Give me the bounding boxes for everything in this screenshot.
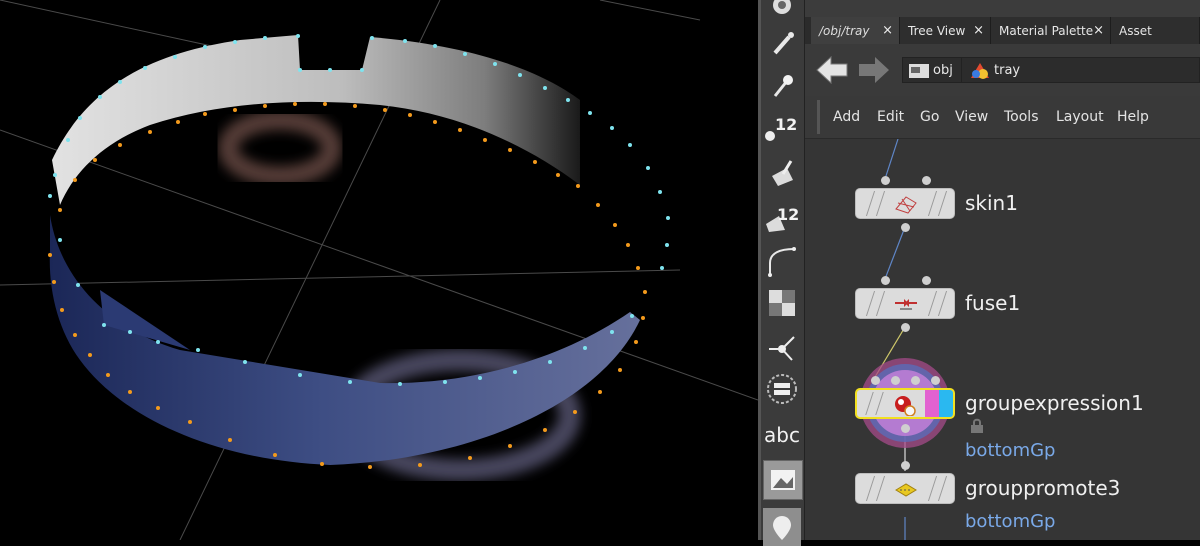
poly-count-tool[interactable]: 12 <box>763 108 801 146</box>
extrude-tool-icon[interactable] <box>763 154 801 192</box>
view-tool[interactable] <box>763 0 801 24</box>
group-tool-icon[interactable] <box>763 370 801 408</box>
breadcrumb-obj[interactable]: obj <box>902 57 962 83</box>
menu-edit[interactable]: Edit <box>877 96 904 138</box>
path-bar: obj tray <box>805 44 1200 96</box>
shelf-number-2: 12 <box>777 205 799 224</box>
node-label-groupexpression1: groupexpression1 <box>965 391 1144 415</box>
geometry-icon <box>971 63 989 79</box>
breadcrumb-obj-label: obj <box>933 63 953 78</box>
back-arrow-icon[interactable] <box>815 54 849 86</box>
network-editor-pane: /obj/tray × Tree View × Material Palette × … <box>805 0 1200 540</box>
close-icon[interactable]: × <box>882 17 893 45</box>
menu-go[interactable]: Go <box>920 96 939 138</box>
tab-material-palette[interactable]: Material Palette × <box>991 17 1111 44</box>
breadcrumb-tray-label: tray <box>994 63 1021 78</box>
transform-tool-icon[interactable] <box>763 328 801 366</box>
menu-add[interactable]: Add <box>833 96 860 138</box>
grouppromote-icon <box>895 483 917 497</box>
menu-help[interactable]: Help <box>1117 96 1149 138</box>
image-tool-icon[interactable] <box>763 460 803 500</box>
menu-bar: Add Edit Go View Tools Layout Help <box>805 96 1200 139</box>
curve-tool-icon[interactable] <box>763 242 801 280</box>
menu-layout[interactable]: Layout <box>1056 96 1104 138</box>
pane-tabs: /obj/tray × Tree View × Material Palette × … <box>805 17 1200 66</box>
pin-tool-icon[interactable] <box>763 67 801 105</box>
breadcrumb-tray[interactable]: tray <box>962 57 1200 83</box>
brush-tool-icon[interactable] <box>763 25 801 63</box>
viewport-scene <box>0 0 758 540</box>
scene-viewport[interactable] <box>0 0 758 540</box>
node-label-grouppromote3: grouppromote3 <box>965 476 1121 500</box>
node-fuse1[interactable] <box>855 288 955 319</box>
checker-tool-icon[interactable] <box>763 284 801 322</box>
fuse-icon <box>895 299 917 310</box>
tab-obj-tray[interactable]: /obj/tray × <box>811 17 900 44</box>
tab-tree-view[interactable]: Tree View × <box>900 17 991 44</box>
shelf-number-1: 12 <box>775 115 797 134</box>
node-label-skin1: skin1 <box>965 191 1018 215</box>
tab-asset-browser[interactable]: Asset Browser <box>1111 17 1200 66</box>
skin-icon <box>895 196 917 214</box>
node-skin1[interactable] <box>855 188 955 219</box>
tool-shelf: 12 12 abc <box>761 0 805 546</box>
node-groupexpression1[interactable] <box>855 388 955 419</box>
face-count-tool[interactable]: 12 <box>763 198 801 236</box>
node-grouppromote3[interactable] <box>855 473 955 504</box>
close-icon[interactable]: × <box>1093 17 1104 45</box>
tab-label: /obj/tray <box>819 24 870 38</box>
menu-view[interactable]: View <box>955 96 988 138</box>
text-tool-label: abc <box>764 423 800 447</box>
node-group-label: bottomGp <box>965 511 1056 532</box>
close-icon[interactable]: × <box>973 17 984 45</box>
node-network[interactable]: skin1 fuse1 groupexpression1 bottomGp gr… <box>805 139 1200 540</box>
location-tool-icon[interactable] <box>763 508 801 546</box>
forward-arrow-icon[interactable] <box>857 54 891 86</box>
obj-icon <box>909 64 929 78</box>
menu-grip[interactable] <box>817 100 820 134</box>
groupexpression-icon <box>895 396 916 416</box>
text-tool[interactable]: abc <box>763 416 801 454</box>
node-group-label: bottomGp <box>965 440 1056 461</box>
tab-label: Tree View <box>908 24 966 38</box>
menu-tools[interactable]: Tools <box>1004 96 1039 138</box>
shadow-upper <box>218 110 342 186</box>
node-label-fuse1: fuse1 <box>965 291 1021 315</box>
lock-icon <box>971 418 983 433</box>
tab-label: Material Palette <box>999 24 1094 38</box>
